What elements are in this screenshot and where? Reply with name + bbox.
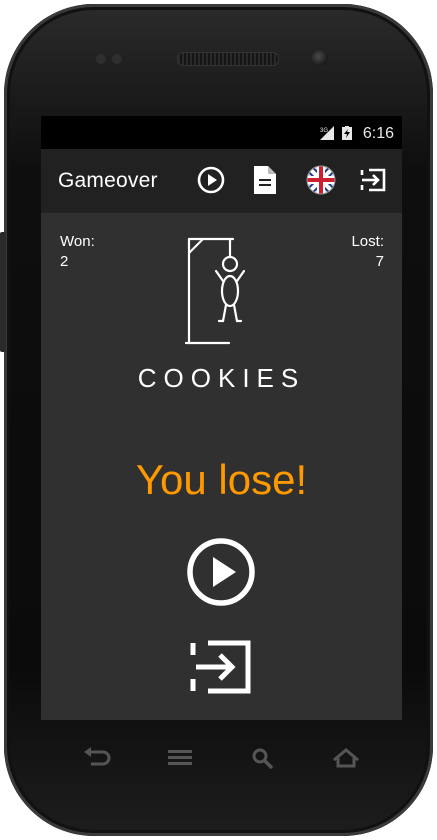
result-message: You lose! (135, 456, 308, 503)
proximity-sensor (96, 54, 106, 64)
battery-icon (342, 126, 352, 140)
home-icon[interactable] (331, 744, 361, 772)
play-icon[interactable] (195, 164, 227, 196)
exit-button[interactable] (188, 638, 254, 696)
lost-count: 7 (375, 253, 384, 270)
exit-icon (190, 640, 251, 694)
hidden-word: COOKIES (137, 363, 306, 393)
page-title: Gameover (58, 169, 158, 192)
document-icon[interactable] (249, 164, 281, 196)
game-over-content: Won: 2 Lost: 7 COOKIES You lose! (41, 213, 402, 720)
hangman-figure (184, 237, 246, 345)
action-bar: Gameover (41, 149, 402, 213)
signal-icon: 3G (320, 126, 334, 140)
menu-icon[interactable] (165, 744, 195, 772)
won-label: Won: (60, 233, 95, 250)
play-again-button[interactable] (186, 537, 256, 607)
uk-flag-globe-icon[interactable] (305, 164, 337, 196)
search-icon[interactable] (248, 744, 278, 772)
network-type: 3G (320, 128, 328, 134)
won-count: 2 (60, 253, 69, 270)
earpiece-speaker (177, 52, 279, 66)
hardware-nav-bar (41, 720, 402, 800)
play-icon (187, 538, 255, 606)
light-sensor (112, 54, 122, 64)
screen: 3G 6:16 Gameover Won: 2 Lost: 7 COOKIES … (41, 116, 402, 720)
exit-icon[interactable] (357, 164, 389, 196)
status-bar: 3G 6:16 (41, 116, 402, 149)
back-icon[interactable] (81, 744, 111, 772)
front-camera (312, 50, 328, 66)
lost-label: Lost: (351, 233, 384, 250)
status-time: 6:16 (362, 125, 394, 142)
volume-button (0, 232, 6, 352)
